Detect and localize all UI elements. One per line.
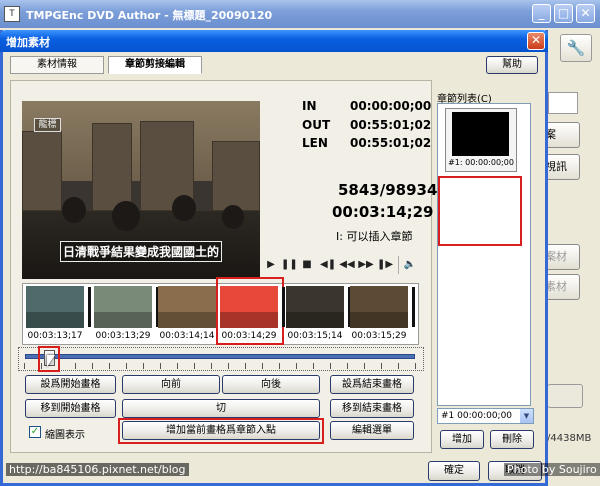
tab-material-info[interactable]: 素材情報 xyxy=(10,56,104,74)
timeline-track[interactable] xyxy=(25,354,415,359)
dialog-title: 增加素材 xyxy=(6,36,50,49)
highlight-add-chapter xyxy=(118,418,324,444)
in-label: IN xyxy=(302,99,317,113)
filmstrip-thumbnail[interactable] xyxy=(350,286,408,328)
rewind-icon[interactable]: ◀◀ xyxy=(339,258,355,272)
goto-end-frame-button[interactable]: 移到結束畫格 xyxy=(330,399,414,418)
highlight-slider-thumb xyxy=(38,346,60,372)
filmstrip-thumbnail[interactable] xyxy=(94,286,152,328)
thumbnail-shading xyxy=(26,312,84,328)
current-timecode: 00:03:14;29 xyxy=(332,203,434,221)
in-value: 00:00:00;00 xyxy=(350,99,432,113)
filmstrip-divider xyxy=(282,287,285,327)
delete-button[interactable]: 刪除 xyxy=(490,430,534,449)
video-building xyxy=(212,141,260,211)
insert-chapter-hint: I: 可以插入章節 xyxy=(336,230,413,243)
step-forward-icon[interactable]: ❚▶ xyxy=(377,258,393,272)
thumbnail-time: 00:03:15;14 xyxy=(287,331,343,341)
len-label: LEN xyxy=(302,136,328,150)
dialog-close-button[interactable]: ✕ xyxy=(527,32,545,50)
len-value: 00:55:01;02 xyxy=(350,136,432,150)
video-figure xyxy=(222,205,244,229)
stop-icon[interactable]: ■ xyxy=(299,258,315,272)
filmstrip-divider xyxy=(412,287,415,327)
control-separator xyxy=(398,256,399,274)
set-end-frame-button[interactable]: 設爲結束畫格 xyxy=(330,375,414,394)
thumbnail-shading xyxy=(158,312,216,328)
step-back-icon[interactable]: ◀❚ xyxy=(320,258,336,272)
thumbnail-shading xyxy=(286,312,344,328)
pause-icon[interactable]: ❚❚ xyxy=(281,258,298,272)
thumbnail-time: 00:03:13;17 xyxy=(27,331,83,341)
cut-button[interactable]: 切 xyxy=(122,399,320,418)
app-icon: T xyxy=(4,6,20,22)
chevron-down-icon[interactable]: ▼ xyxy=(520,409,533,423)
play-icon[interactable]: ▶ xyxy=(263,258,279,272)
video-building xyxy=(22,131,62,211)
goto-start-frame-button[interactable]: 移到開始畫格 xyxy=(25,399,116,418)
video-figure xyxy=(172,195,196,221)
previous-button[interactable]: 向前 xyxy=(122,375,220,394)
thumbnail-shading xyxy=(94,312,152,328)
watermark-photo-credit: Photo by Soujiro xyxy=(504,463,600,476)
thumbnail-time: 00:03:14;14 xyxy=(159,331,215,341)
highlight-chapter-slot xyxy=(438,176,522,246)
chapter-thumbnail xyxy=(452,112,509,156)
set-start-frame-button[interactable]: 設爲開始畫格 xyxy=(25,375,116,394)
thumbnail-shading xyxy=(350,312,408,328)
next-button[interactable]: 向後 xyxy=(222,375,320,394)
help-button[interactable]: 幫助 xyxy=(486,56,538,74)
frame-counter: 5843/98934 xyxy=(338,181,438,199)
main-window-field xyxy=(548,92,578,114)
edit-menu-button[interactable]: 編輯選單 xyxy=(330,421,414,440)
main-window-titlebar: T TMPGEnc DVD Author - 無標題_20090120 _ □ … xyxy=(0,0,600,28)
volume-icon[interactable]: 🔈 xyxy=(402,258,418,272)
filmstrip-thumbnail[interactable] xyxy=(26,286,84,328)
dialog-titlebar: 增加素材 ✕ xyxy=(0,30,548,52)
thumbnail-time: 00:03:15;29 xyxy=(351,331,407,341)
chapter-item-time: #1: 00:00:00;00 xyxy=(448,158,514,167)
timeline-ticks xyxy=(24,363,420,369)
fast-forward-icon[interactable]: ▶▶ xyxy=(358,258,374,272)
ok-button[interactable]: 確定 xyxy=(428,461,480,481)
watermark-url: http://ba845106.pixnet.net/blog xyxy=(6,463,189,476)
minimize-button[interactable]: _ xyxy=(532,4,551,23)
thumbnail-time: 00:03:13;29 xyxy=(95,331,151,341)
out-value: 00:55:01;02 xyxy=(350,118,432,132)
video-badge: 龍標 xyxy=(34,118,61,132)
video-subtitle: 日清戰爭結果變成我國國土的 xyxy=(60,241,223,262)
thumbnail-time: 00:03:14;29 xyxy=(221,331,277,341)
tab-chapter-edit[interactable]: 章節剪接編輯 xyxy=(108,56,202,74)
disk-size-label: /4438MB xyxy=(547,433,592,444)
thumbnail-view-checkbox[interactable]: ✓ xyxy=(29,426,41,438)
filmstrip-thumbnail[interactable] xyxy=(158,286,216,328)
video-building xyxy=(92,123,132,211)
filmstrip-divider xyxy=(88,287,91,327)
add-button[interactable]: 增加 xyxy=(440,430,484,449)
wrench-icon[interactable]: 🔧 xyxy=(560,34,592,62)
thumbnail-view-label: 縮圖表示 xyxy=(45,430,85,441)
thumbnail-shading xyxy=(220,312,278,328)
close-button[interactable]: ✕ xyxy=(576,4,595,23)
video-figure xyxy=(62,197,86,223)
filmstrip-thumbnail[interactable] xyxy=(220,286,278,328)
out-label: OUT xyxy=(302,118,331,132)
main-window-title: TMPGEnc DVD Author - 無標題_20090120 xyxy=(26,9,273,22)
video-figure xyxy=(112,201,140,231)
filmstrip-thumbnail[interactable] xyxy=(286,286,344,328)
main-window-button-5[interactable] xyxy=(547,384,583,408)
maximize-button[interactable]: □ xyxy=(554,4,573,23)
